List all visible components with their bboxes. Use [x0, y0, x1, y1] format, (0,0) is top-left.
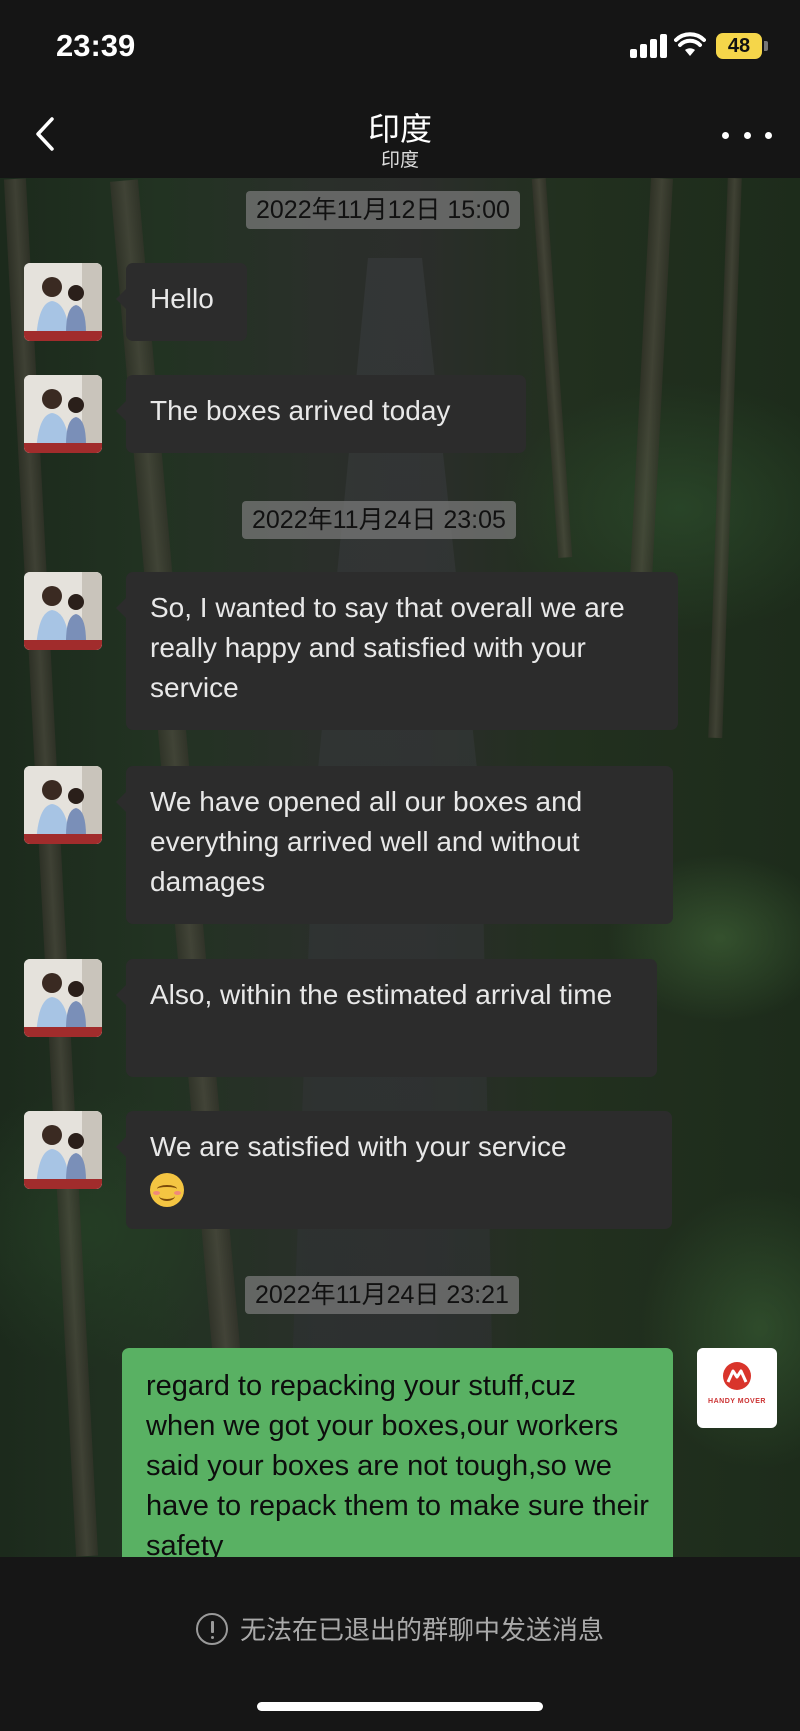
message-bubble[interactable]: So, I wanted to say that overall we are … — [116, 572, 678, 730]
group-left-notice: 无法在已退出的群聊中发送消息 — [0, 1610, 800, 1647]
contact-avatar[interactable] — [24, 572, 102, 650]
status-bar: 23:39 48 — [0, 0, 800, 90]
message-bubble[interactable]: Also, within the estimated arrival time — [116, 959, 657, 1077]
contact-avatar[interactable] — [24, 1111, 102, 1189]
avatar-photo — [24, 263, 102, 341]
notice-text: 无法在已退出的群聊中发送消息 — [239, 1615, 604, 1645]
background-tree — [629, 178, 673, 599]
handy-mover-logo-icon — [723, 1362, 751, 1390]
info-circle-icon — [195, 1612, 228, 1645]
timestamp: 2022年11月24日 23:21 — [245, 1276, 519, 1314]
more-options-button[interactable] — [722, 120, 772, 150]
message-bubble[interactable]: The boxes arrived today — [116, 375, 526, 453]
nav-bar: 印度 印度 — [0, 90, 800, 178]
chat-title: 印度 — [367, 111, 432, 147]
home-indicator[interactable] — [257, 1702, 543, 1711]
smiling-face-emoji — [150, 1172, 184, 1207]
timestamp: 2022年11月24日 23:05 — [242, 501, 516, 539]
logo-text: HANDY MOVER — [708, 1398, 766, 1405]
message-bubble[interactable]: Hello — [116, 263, 247, 341]
message-bubble[interactable]: We have opened all our boxes and everyth… — [116, 766, 673, 924]
contact-avatar[interactable] — [24, 766, 102, 844]
more-dot-icon — [765, 131, 772, 139]
wifi-icon — [674, 32, 706, 56]
battery-tip — [764, 41, 768, 51]
chat-subtitle: 印度 — [380, 150, 419, 171]
battery-icon: 48 — [716, 33, 762, 59]
avatar-photo — [24, 572, 102, 650]
contact-avatar[interactable] — [24, 959, 102, 1037]
avatar-photo — [24, 1111, 102, 1189]
contact-avatar[interactable] — [24, 375, 102, 453]
message-bubble[interactable]: We are satisfied with your service — [116, 1111, 672, 1229]
avatar-photo — [24, 375, 102, 453]
background-tree — [531, 178, 573, 559]
timestamp: 2022年11月12日 15:00 — [246, 191, 520, 229]
avatar-photo — [24, 959, 102, 1037]
contact-avatar[interactable] — [24, 263, 102, 341]
more-dot-icon — [743, 131, 751, 139]
more-dot-icon — [722, 131, 729, 139]
avatar-photo — [24, 766, 102, 844]
background-tree — [708, 178, 742, 739]
signal-icon — [630, 34, 668, 58]
status-time: 23:39 — [56, 28, 136, 63]
own-avatar[interactable]: HANDY MOVER — [697, 1348, 777, 1428]
message-text: We are satisfied with your service — [150, 1131, 567, 1162]
